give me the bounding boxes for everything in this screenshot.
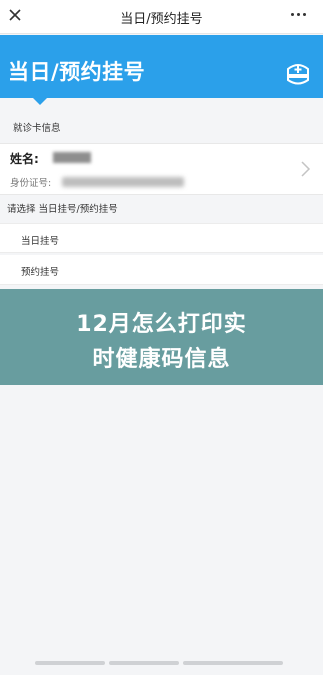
option-label: 当日挂号 xyxy=(21,236,60,247)
page-indicator xyxy=(183,661,283,665)
caption-overlay: 12月怎么打印实 时健康码信息 xyxy=(0,289,323,385)
nav-title: 当日/预约挂号 xyxy=(120,12,203,27)
nurse-cap-icon xyxy=(287,64,309,85)
more-dots-icon[interactable] xyxy=(289,11,309,19)
header-banner: 当日/预约挂号 xyxy=(0,35,323,98)
top-nav-bar: 当日/预约挂号 xyxy=(0,0,323,34)
select-section-heading: 请选择 当日挂号/预约挂号 xyxy=(7,204,118,215)
page-indicator xyxy=(109,661,179,665)
option-label: 预约挂号 xyxy=(21,267,60,278)
option-same-day[interactable]: 当日挂号 xyxy=(0,223,323,253)
name-label: 姓名: xyxy=(10,152,39,166)
patient-card[interactable]: 姓名: 身份证号: xyxy=(0,143,323,195)
page-indicator xyxy=(35,661,105,665)
caption-line-2: 时健康码信息 xyxy=(92,347,231,372)
banner-title: 当日/预约挂号 xyxy=(8,60,146,84)
page: 当日/预约挂号 当日/预约挂号 就诊卡信息 姓名: 身份证号: 请选择 当日挂号… xyxy=(0,0,323,675)
card-section-heading: 就诊卡信息 xyxy=(13,123,61,134)
id-label: 身份证号: xyxy=(10,178,52,189)
chevron-right-icon[interactable] xyxy=(299,159,311,179)
option-appointment[interactable]: 预约挂号 xyxy=(0,255,323,285)
id-value-redacted xyxy=(62,177,184,187)
name-value-redacted xyxy=(53,152,91,163)
caption-line-1: 12月怎么打印实 xyxy=(76,312,247,337)
banner-pointer xyxy=(33,98,47,105)
